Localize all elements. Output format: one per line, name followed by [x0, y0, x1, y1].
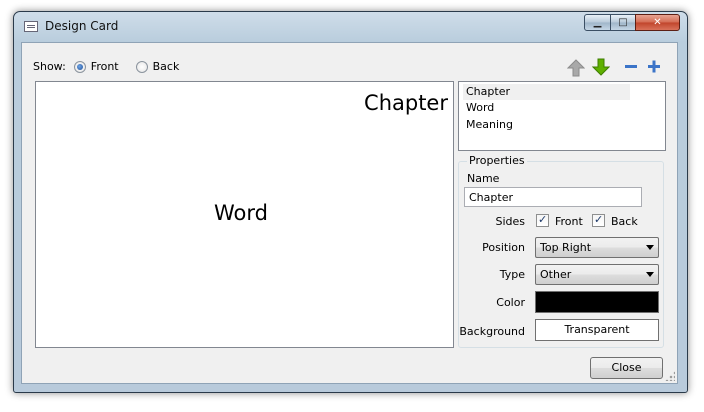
close-button[interactable]: Close — [590, 357, 663, 379]
window-app-icon — [24, 21, 38, 32]
move-up-arrow-icon[interactable] — [567, 59, 585, 77]
sides-label: Sides — [495, 215, 525, 228]
front-radio-label[interactable]: Front — [91, 60, 119, 73]
field-list-item-word[interactable]: Word — [463, 100, 630, 116]
properties-group: Properties Name Chapter Sides Front Back… — [458, 154, 664, 348]
background-button[interactable]: Transparent — [535, 319, 659, 341]
color-label: Color — [496, 296, 525, 309]
color-swatch-button[interactable] — [535, 291, 659, 313]
move-down-arrow-icon[interactable] — [592, 58, 610, 76]
title-bar[interactable]: Design Card ▁ □ ✕ — [14, 12, 687, 42]
field-list-item-chapter[interactable]: Chapter — [463, 84, 630, 100]
add-field-plus-icon[interactable] — [646, 58, 662, 74]
field-list-item-meaning[interactable]: Meaning — [463, 117, 630, 133]
close-window-button[interactable]: ✕ — [635, 14, 680, 31]
chevron-down-icon — [646, 245, 654, 250]
background-label: Background — [459, 325, 525, 338]
sides-back-label[interactable]: Back — [611, 215, 638, 228]
type-dropdown[interactable]: Other — [535, 264, 659, 285]
position-label: Position — [482, 241, 525, 254]
field-list[interactable]: Chapter Word Meaning — [458, 81, 666, 151]
minimize-button[interactable]: ▁ — [584, 14, 611, 31]
sides-front-checkbox[interactable] — [536, 213, 549, 227]
show-label: Show: — [33, 60, 66, 73]
card-design-canvas[interactable]: Chapter Word — [35, 81, 454, 348]
type-label: Type — [499, 268, 525, 281]
dialog-client-area: Show: Front Back Chapter Word Chapter Wo… — [21, 42, 678, 384]
name-label: Name — [467, 172, 500, 185]
maximize-button[interactable]: □ — [610, 14, 636, 31]
window-title: Design Card — [45, 19, 119, 33]
canvas-word-field[interactable]: Word — [214, 201, 268, 225]
sides-front-label[interactable]: Front — [555, 215, 583, 228]
sides-back-checkbox[interactable] — [592, 213, 605, 227]
properties-legend: Properties — [467, 154, 527, 167]
remove-field-minus-icon[interactable] — [623, 58, 639, 74]
back-radio-label[interactable]: Back — [153, 60, 180, 73]
type-value: Other — [540, 268, 572, 281]
front-radio[interactable] — [73, 60, 86, 73]
position-value: Top Right — [540, 241, 592, 254]
back-radio[interactable] — [135, 60, 148, 73]
position-dropdown[interactable]: Top Right — [535, 237, 659, 258]
chevron-down-icon — [646, 272, 654, 277]
show-side-selector: Show: Front Back — [33, 60, 196, 73]
canvas-chapter-field[interactable]: Chapter — [364, 91, 448, 115]
name-input[interactable]: Chapter — [464, 187, 642, 207]
resize-grip[interactable] — [665, 371, 675, 381]
design-card-window: Design Card ▁ □ ✕ Show: Front Back Chapt… — [13, 11, 688, 393]
